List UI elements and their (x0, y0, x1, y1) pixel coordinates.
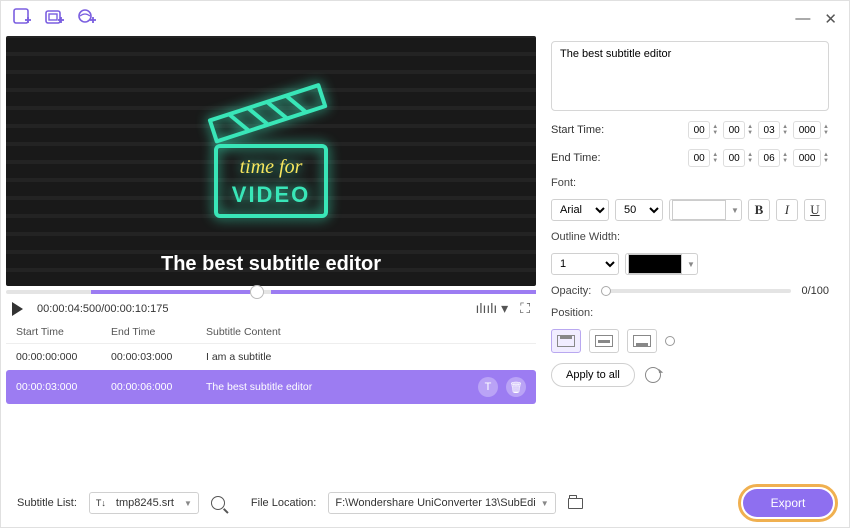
play-button[interactable] (12, 302, 23, 316)
add-folder-icon[interactable] (45, 8, 65, 29)
stepper-icon[interactable]: ▲▼ (747, 152, 753, 164)
start-time-label: Start Time: (551, 124, 616, 136)
font-size-select[interactable]: 50 (615, 199, 663, 221)
translate-subtitle-icon[interactable]: T (478, 377, 498, 397)
outline-color-swatch[interactable] (628, 254, 682, 274)
fullscreen-icon[interactable]: ⛶ (520, 300, 530, 317)
opacity-label: Opacity: (551, 285, 591, 297)
subtitle-text-input[interactable] (551, 41, 829, 111)
stepper-icon[interactable]: ▲▼ (712, 124, 718, 136)
header-end: End Time (111, 326, 181, 338)
underline-button[interactable]: U (804, 199, 826, 221)
subtitle-row[interactable]: 00:00:03:000 00:00:06:000 The best subti… (6, 370, 536, 404)
stepper-icon[interactable]: ▲▼ (823, 152, 829, 164)
video-subtitle-overlay: The best subtitle editor (161, 253, 381, 276)
end-time-label: End Time: (551, 152, 616, 164)
import-toolbar (13, 8, 97, 29)
position-label: Position: (551, 307, 829, 319)
bold-button[interactable]: B (748, 199, 770, 221)
position-bottom-button[interactable] (627, 329, 657, 353)
font-color-swatch[interactable] (672, 200, 726, 220)
font-family-select[interactable]: Arial (551, 199, 609, 221)
subtitle-list-label: Subtitle List: (17, 497, 77, 509)
header-content: Subtitle Content (206, 326, 281, 338)
time-display: 00:00:04:500/00:00:10:175 (37, 303, 169, 315)
video-preview[interactable]: time for VIDEO The best subtitle editor (6, 36, 536, 286)
url-import-icon[interactable] (77, 8, 97, 29)
export-button[interactable]: Export (743, 489, 833, 517)
stepper-icon[interactable]: ▲▼ (782, 124, 788, 136)
svg-text:VIDEO: VIDEO (232, 182, 310, 207)
outline-label: Outline Width: (551, 231, 829, 243)
svg-text:time for: time for (240, 156, 303, 178)
opacity-value: 0/100 (801, 285, 829, 297)
delete-subtitle-icon[interactable]: 🗑 (506, 377, 526, 397)
add-file-icon[interactable] (13, 8, 33, 29)
header-start: Start Time (16, 326, 86, 338)
stepper-icon[interactable]: ▲▼ (747, 124, 753, 136)
stepper-icon[interactable]: ▲▼ (782, 152, 788, 164)
custom-position-radio[interactable] (665, 336, 675, 346)
stepper-icon[interactable]: ▲▼ (712, 152, 718, 164)
font-section-label: Font: (551, 177, 829, 189)
opacity-slider[interactable] (601, 289, 791, 293)
position-top-button[interactable] (551, 329, 581, 353)
apply-to-all-button[interactable]: Apply to all (551, 363, 635, 387)
subtitle-file-select[interactable]: T↓ tmp8245.srt ▼ (89, 492, 199, 514)
start-hh[interactable] (688, 121, 710, 139)
timeline[interactable] (6, 290, 536, 294)
reset-icon[interactable] (645, 367, 661, 383)
subtitle-table-header: Start Time End Time Subtitle Content (6, 321, 536, 344)
minimize-button[interactable]: — (795, 10, 810, 28)
bottom-bar: Subtitle List: T↓ tmp8245.srt ▼ File Loc… (1, 489, 849, 517)
file-location-label: File Location: (251, 497, 316, 509)
end-mm[interactable] (723, 149, 745, 167)
stepper-icon[interactable]: ▲▼ (823, 124, 829, 136)
open-folder-icon[interactable] (568, 498, 583, 509)
end-hh[interactable] (688, 149, 710, 167)
italic-button[interactable]: I (776, 199, 798, 221)
end-ms[interactable] (793, 149, 821, 167)
subtitle-row[interactable]: 00:00:00:000 00:00:03:000 I am a subtitl… (6, 344, 536, 370)
close-button[interactable]: ✕ (824, 10, 837, 28)
file-location-select[interactable]: F:\Wondershare UniConverter 13\SubEdi ▼ (328, 492, 555, 514)
window-controls: — ✕ (795, 10, 837, 28)
end-ss[interactable] (758, 149, 780, 167)
waveform-icon[interactable]: ılıılı ▾ (475, 300, 508, 317)
start-ss[interactable] (758, 121, 780, 139)
start-ms[interactable] (793, 121, 821, 139)
search-subtitle-icon[interactable] (211, 496, 225, 510)
title-bar: — ✕ (1, 1, 849, 36)
outline-width-select[interactable]: 1 (551, 253, 619, 275)
start-mm[interactable] (723, 121, 745, 139)
position-middle-button[interactable] (589, 329, 619, 353)
